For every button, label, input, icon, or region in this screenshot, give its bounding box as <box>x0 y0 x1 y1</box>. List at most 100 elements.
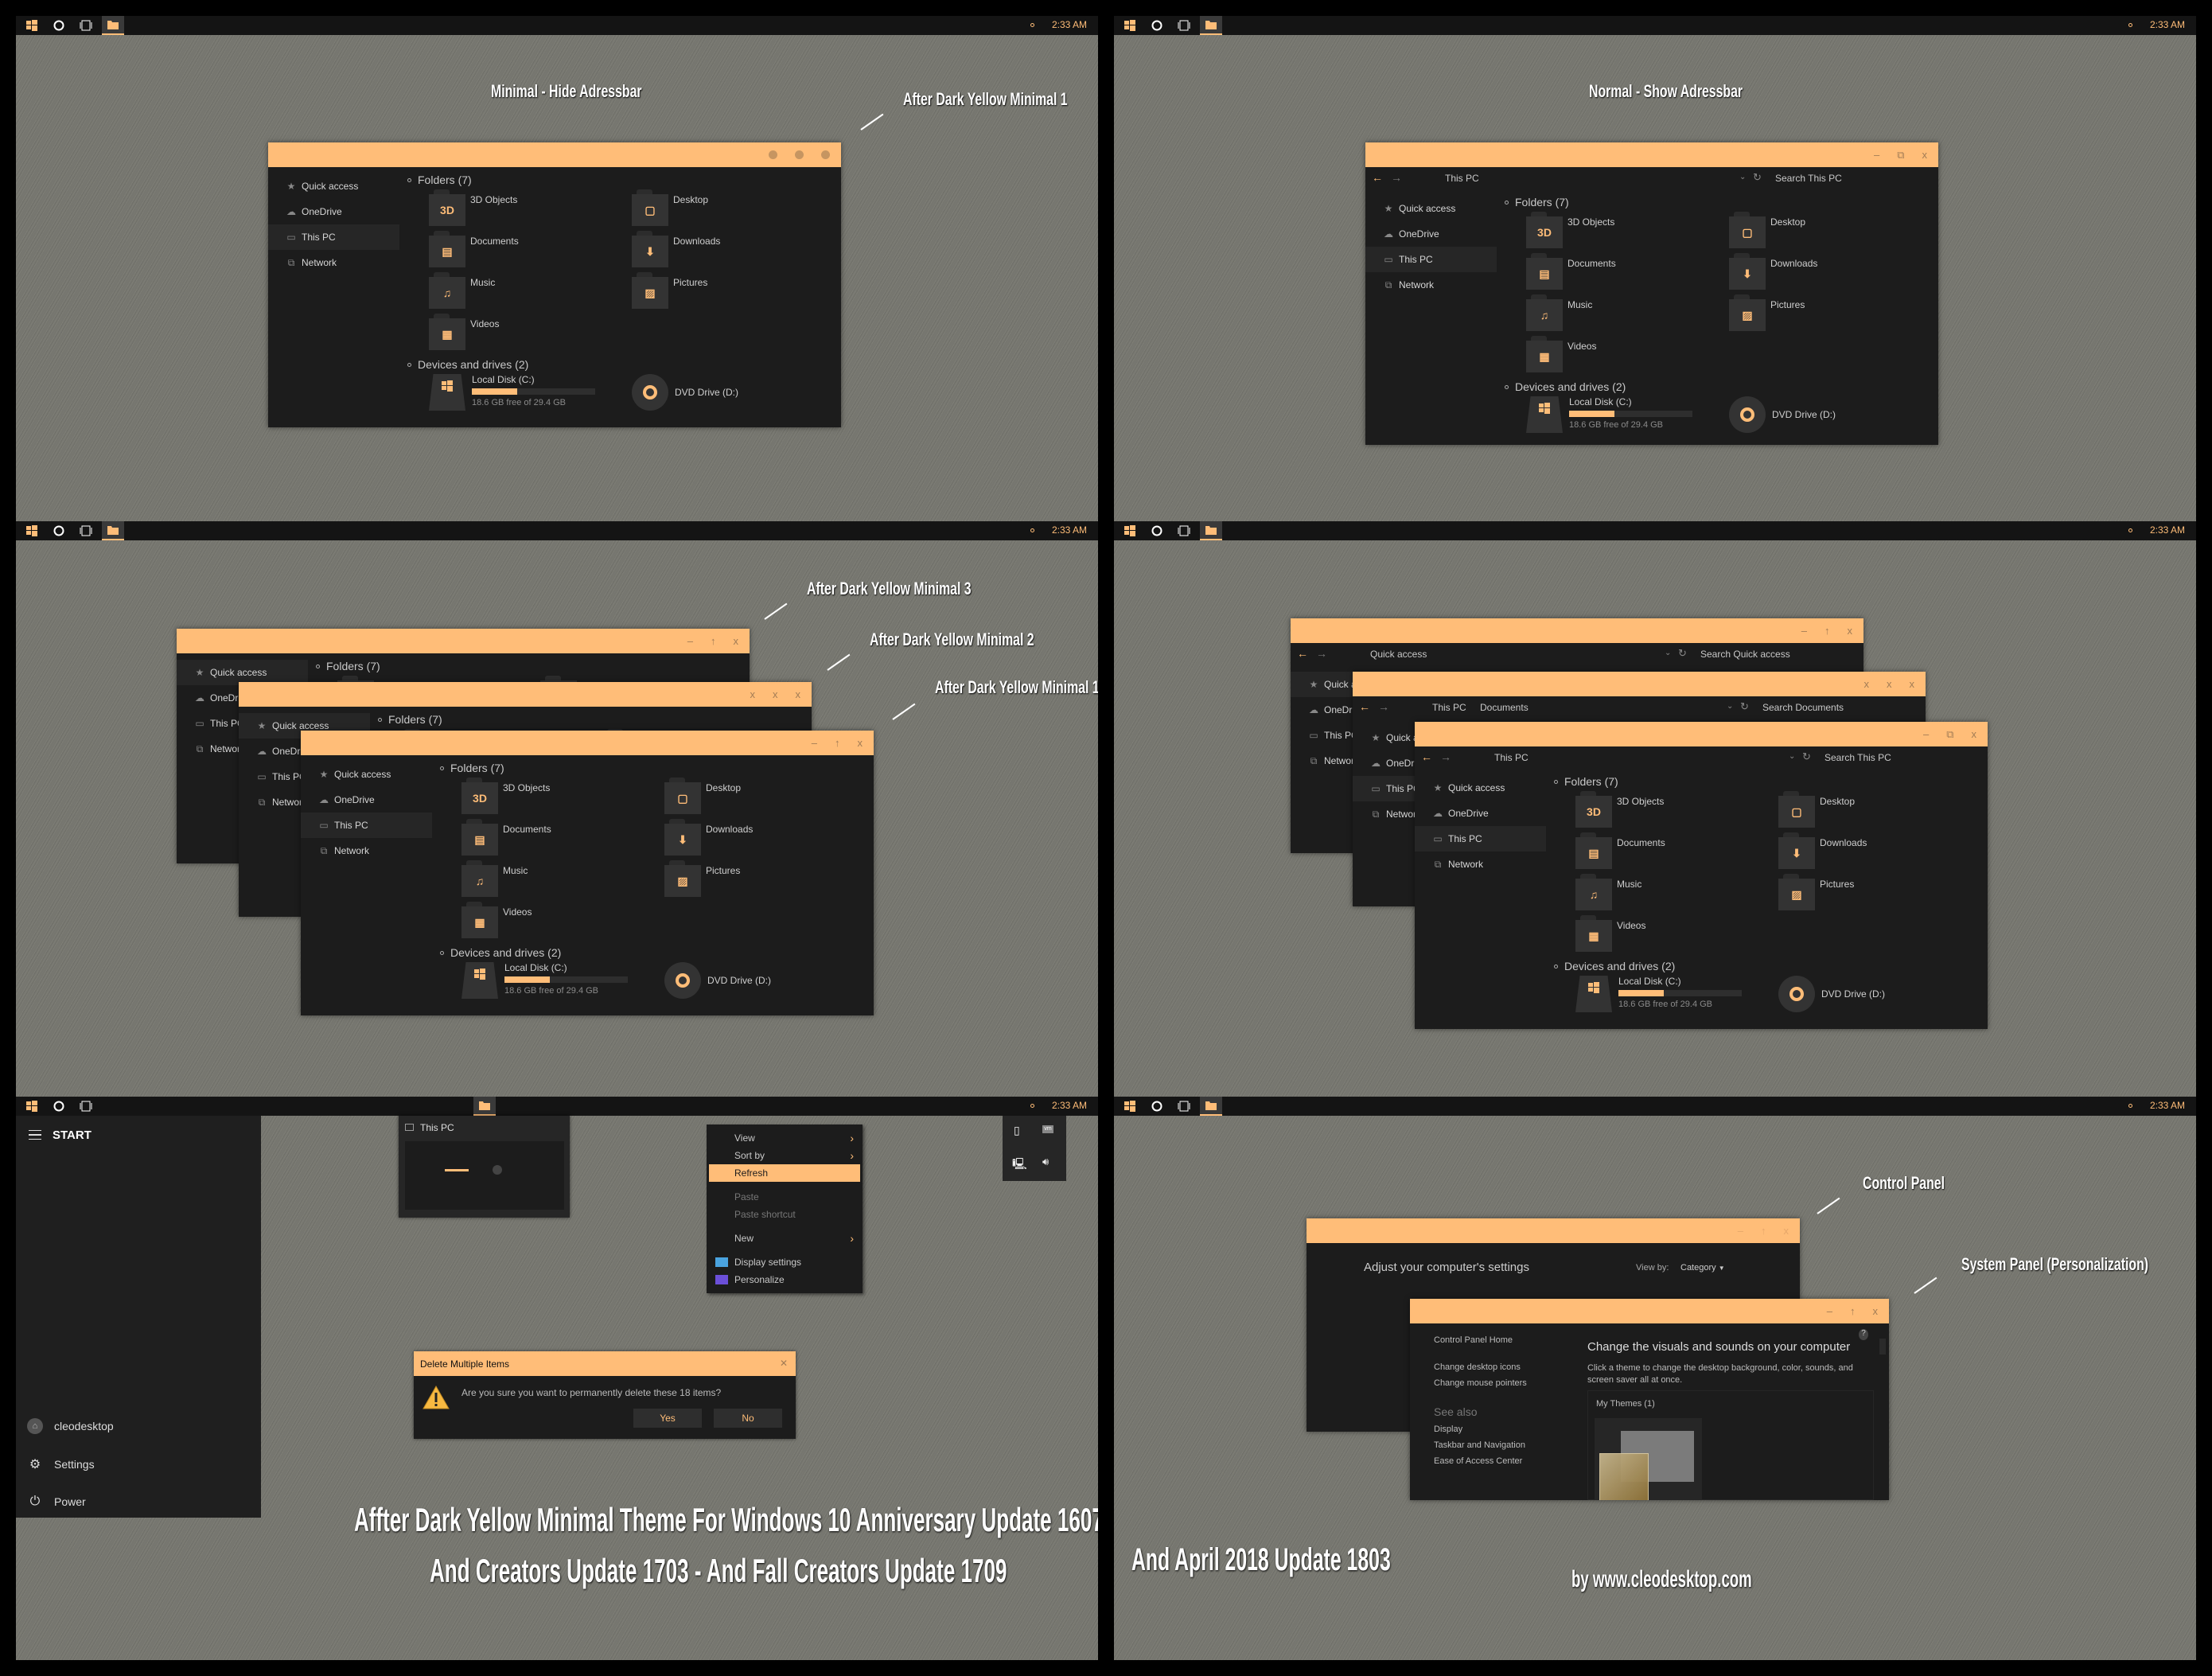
windows-start-icon[interactable] <box>21 16 43 35</box>
file-explorer-icon[interactable] <box>473 1097 496 1116</box>
folder-item[interactable]: ♫ Music <box>429 272 495 309</box>
file-explorer-icon[interactable] <box>1200 16 1222 35</box>
sidebar-link[interactable]: Change desktop icons <box>1434 1362 1527 1372</box>
clock[interactable]: 2:33 AM <box>2150 524 2185 536</box>
personalization-window[interactable]: – ↑ x Control Panel Home Change desktop ico… <box>1410 1299 1889 1500</box>
cortana-icon[interactable] <box>1146 521 1168 540</box>
chevron-down-icon[interactable]: ⌄ <box>1727 702 1733 711</box>
nav-item-this-pc[interactable]: ▭ This PC <box>1365 247 1497 272</box>
scrollbar[interactable] <box>1879 1339 1886 1498</box>
menu-item-paste-shortcut[interactable]: Paste shortcut <box>709 1206 860 1223</box>
drive-item-local-disk[interactable]: Local Disk (C:) 18.6 GB free of 29.4 GB <box>1526 396 1692 433</box>
close-icon[interactable]: ✕ <box>780 1358 788 1369</box>
close-button[interactable]: x <box>1848 625 1853 637</box>
folder-item[interactable]: ▤ Documents <box>461 819 551 856</box>
drive-item-dvd[interactable]: DVD Drive (D:) <box>1778 976 1885 1012</box>
folder-item[interactable]: ▤ Documents <box>1526 253 1616 290</box>
breadcrumb[interactable]: Quick access <box>1370 649 1427 660</box>
windows-start-icon[interactable] <box>1119 16 1141 35</box>
search-input[interactable]: Search Documents <box>1762 702 1844 713</box>
restore-button[interactable]: ⧉ <box>1897 149 1904 162</box>
folder-item[interactable]: ▦ Videos <box>1526 336 1596 372</box>
group-header-folders[interactable]: Folders (7) <box>378 713 442 726</box>
restore-button[interactable]: ⧉ <box>1946 728 1953 741</box>
chevron-down-icon[interactable]: ⌄ <box>1665 649 1671 657</box>
usb-icon[interactable]: ▯ <box>1014 1124 1020 1137</box>
file-explorer-icon[interactable] <box>102 16 124 35</box>
title-bar[interactable]: – ↑ x <box>177 629 750 653</box>
folder-item[interactable]: ▢ Desktop <box>1729 212 1805 248</box>
close-button[interactable]: x <box>1922 149 1928 161</box>
drive-item-dvd[interactable]: DVD Drive (D:) <box>632 374 738 411</box>
clock[interactable]: 2:33 AM <box>2150 19 2185 30</box>
breadcrumb[interactable]: This PC <box>1445 173 1479 184</box>
explorer-window-this-pc[interactable]: – ⧉ x ← → This PC ⌄ ↻ Search This PC ★ Quic… <box>1415 722 1988 1029</box>
nav-item-quick-access[interactable]: ★ Quick access <box>301 762 432 787</box>
maximize-button[interactable]: ↑ <box>1850 1305 1856 1317</box>
folder-item[interactable]: ♫ Music <box>1575 874 1641 910</box>
chevron-down-icon[interactable]: ⌄ <box>1789 752 1795 761</box>
nav-item-onedrive[interactable]: ☁ OneDrive <box>301 787 432 813</box>
back-arrow-icon[interactable]: ← <box>1421 750 1432 763</box>
refresh-icon[interactable]: ↻ <box>1753 171 1762 184</box>
forward-arrow-icon[interactable]: → <box>1378 700 1389 713</box>
see-also-link[interactable]: Display <box>1434 1425 1527 1434</box>
title-bar[interactable]: – ↑ x <box>1291 618 1863 643</box>
group-header-devices[interactable]: Devices and drives (2) <box>1554 960 1675 972</box>
close-button[interactable]: x <box>796 688 801 700</box>
sidebar-link[interactable]: Control Panel Home <box>1434 1335 1527 1345</box>
search-input[interactable]: Search This PC <box>1825 752 1891 763</box>
start-item-settings[interactable]: ⚙ Settings <box>27 1456 95 1472</box>
vmware-icon[interactable]: vm <box>1042 1125 1053 1133</box>
tray-indicator-icon[interactable] <box>2128 23 2132 27</box>
chevron-down-icon[interactable]: ⌄ <box>1739 173 1746 181</box>
group-header-devices[interactable]: Devices and drives (2) <box>1505 380 1626 393</box>
group-header-devices[interactable]: Devices and drives (2) <box>407 358 528 371</box>
menu-item-personalize[interactable]: Personalize <box>709 1271 860 1288</box>
clock[interactable]: 2:33 AM <box>1052 19 1087 30</box>
task-view-icon[interactable] <box>1173 521 1195 540</box>
tray-indicator-icon[interactable] <box>1030 528 1034 532</box>
folder-item[interactable]: ▢ Desktop <box>664 778 741 814</box>
group-header-folders[interactable]: Folders (7) <box>316 660 380 672</box>
group-header-folders[interactable]: Folders (7) <box>1554 775 1618 788</box>
theme-thumbnail[interactable] <box>1595 1418 1702 1500</box>
close-button[interactable]: x <box>1873 1305 1879 1317</box>
folder-item[interactable]: ▨ Pictures <box>1729 294 1805 331</box>
folder-item[interactable]: ⬇ Downloads <box>1729 253 1817 290</box>
drive-item-local-disk[interactable]: Local Disk (C:) 18.6 GB free of 29.4 GB <box>461 962 628 999</box>
menu-item-paste[interactable]: Paste <box>709 1188 860 1206</box>
tray-indicator-icon[interactable] <box>1030 1104 1034 1108</box>
cortana-icon[interactable] <box>48 1097 70 1116</box>
breadcrumb[interactable]: This PC <box>1432 702 1466 713</box>
forward-arrow-icon[interactable]: → <box>1440 750 1451 763</box>
title-bar[interactable]: – ↑ x <box>301 731 874 755</box>
group-header-folders[interactable]: Folders (7) <box>1505 196 1569 209</box>
minimize-button[interactable]: – <box>1801 625 1807 637</box>
see-also-link[interactable]: Ease of Access Center <box>1434 1456 1527 1466</box>
folder-item[interactable]: ⬇ Downloads <box>632 231 720 267</box>
close-button[interactable]: x <box>858 737 863 749</box>
maximize-button[interactable]: x <box>773 688 778 700</box>
folder-item[interactable]: ▦ Videos <box>1575 915 1645 952</box>
start-item-user[interactable]: ⌂ cleodesktop <box>27 1418 114 1434</box>
nav-item-network[interactable]: ⧉ Network <box>1365 272 1497 298</box>
maximize-button[interactable]: ↑ <box>1761 1225 1766 1237</box>
drive-item-dvd[interactable]: DVD Drive (D:) <box>664 962 771 999</box>
nav-item-quick-access[interactable]: ★ Quick access <box>268 173 399 199</box>
folder-item[interactable]: ▨ Pictures <box>632 272 707 309</box>
taskbar-thumbnail[interactable]: This PC <box>399 1116 570 1218</box>
tray-indicator-icon[interactable] <box>2128 528 2132 532</box>
folder-item[interactable]: ⬇ Downloads <box>1778 832 1867 869</box>
refresh-icon[interactable]: ↻ <box>1740 700 1749 713</box>
search-input[interactable]: Search This PC <box>1775 173 1842 184</box>
maximize-button[interactable]: x <box>1887 678 1892 690</box>
task-view-icon[interactable] <box>75 1097 97 1116</box>
drive-item-dvd[interactable]: DVD Drive (D:) <box>1729 396 1836 433</box>
task-view-icon[interactable] <box>75 16 97 35</box>
maximize-button[interactable]: ↑ <box>1825 625 1830 637</box>
nav-item-quick-access[interactable]: ★ Quick access <box>1415 775 1546 801</box>
clock[interactable]: 2:33 AM <box>2150 1100 2185 1111</box>
folder-item[interactable]: ▤ Documents <box>1575 832 1665 869</box>
clock[interactable]: 2:33 AM <box>1052 1100 1087 1111</box>
